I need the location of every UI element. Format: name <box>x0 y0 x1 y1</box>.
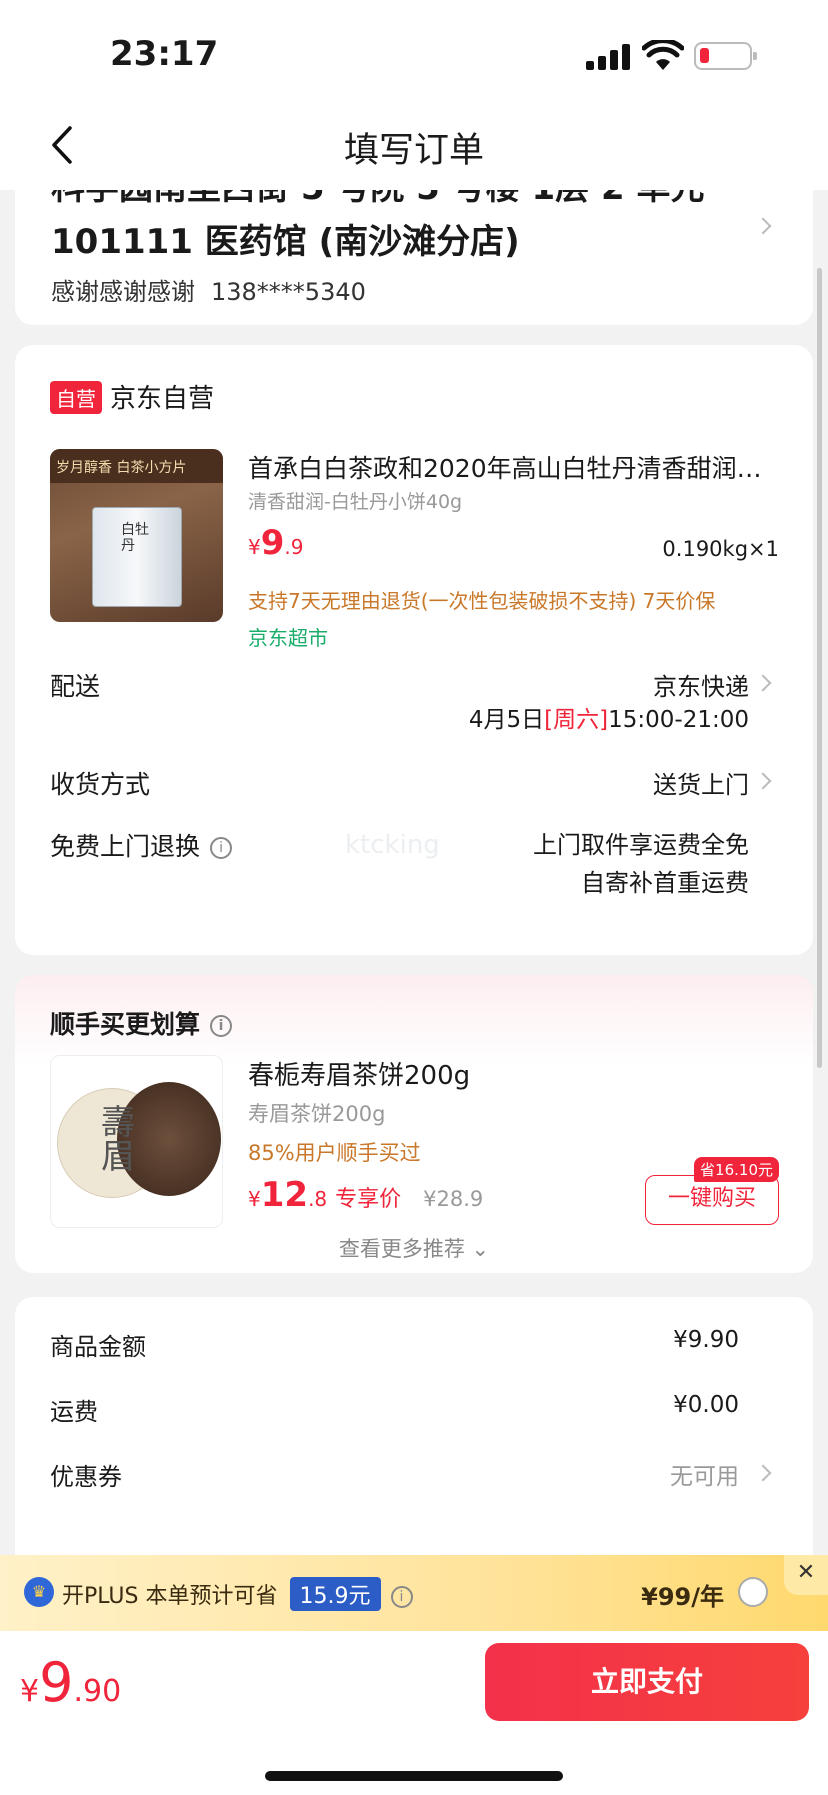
total-price: ¥9.90 <box>20 1651 121 1714</box>
delivery-carrier[interactable]: 京东快递 <box>653 667 749 702</box>
address-line-2: 101111 医药馆 (南沙滩分店) <box>51 222 520 262</box>
receive-method-label: 收货方式 <box>50 770 151 799</box>
price-currency: ¥ <box>248 1187 261 1211</box>
status-bar: 23:17 <box>0 0 828 100</box>
chevron-right-icon <box>757 771 773 795</box>
price-summary-card: 商品金额 ¥9.90 运费 ¥0.00 优惠券 无可用 <box>15 1297 813 1555</box>
watermark: ktcking <box>345 830 440 860</box>
shop-name: 京东自营 <box>110 384 215 414</box>
price-decimal: .8 <box>308 1187 328 1211</box>
total-decimal: .90 <box>73 1674 122 1709</box>
chevron-right-icon <box>757 1463 773 1487</box>
coupon-value[interactable]: 无可用 <box>670 1457 739 1491</box>
price-tag: 专享价 <box>335 1187 402 1212</box>
tea-tin-graphic: 白牡丹 <box>92 507 182 607</box>
receiver-phone: 138****5340 <box>211 278 366 306</box>
free-return-label: 免费上门退换 <box>50 832 201 861</box>
product-title[interactable]: 首承白白茶政和2020年高山白牡丹清香甜润白茶小方片 <box>248 449 778 485</box>
product-spec: 清香甜润-白牡丹小饼40g <box>248 491 463 513</box>
info-icon[interactable]: i <box>210 1015 233 1037</box>
address-card[interactable]: 科学园南里西街 5 号院 5 号楼 1层 2 单元 101111 医药馆 (南沙… <box>15 190 813 325</box>
goods-amount-label: 商品金额 <box>50 1333 146 1361</box>
product-market: 京东超市 <box>248 626 328 650</box>
coupon-label: 优惠券 <box>50 1463 122 1491</box>
recommend-card: 顺手买更划算 i 壽眉 春栀寿眉茶饼200g 寿眉茶饼200g 85%用户顺手买过… <box>15 975 813 1273</box>
info-icon[interactable]: i <box>390 1586 413 1608</box>
signal-icon <box>586 44 632 70</box>
plus-select-radio[interactable] <box>738 1577 768 1607</box>
recommend-image[interactable]: 壽眉 <box>50 1055 223 1228</box>
original-price: ¥28.9 <box>423 1187 484 1211</box>
shipping-value: ¥0.00 <box>673 1392 739 1418</box>
delivery-date: 4月5日 <box>468 707 545 733</box>
delivery-label: 配送 <box>50 672 101 701</box>
status-time: 23:17 <box>110 34 219 74</box>
free-return-row: 免费上门退换 i <box>50 827 233 863</box>
receiver-name: 感谢感谢感谢 <box>51 278 195 306</box>
save-amount-badge: 省16.10元 <box>694 1157 779 1182</box>
order-content: 科学园南里西街 5 号院 5 号楼 1层 2 单元 101111 医药馆 (南沙… <box>0 190 828 1555</box>
plus-promo-label: 开PLUS 本单预计可省 <box>62 1584 278 1609</box>
page-title: 填写订单 <box>343 131 484 171</box>
delivery-time[interactable]: 4月5日[周六]15:00-21:00 <box>469 700 749 734</box>
address-line-1: 科学园南里西街 5 号院 5 号楼 1层 2 单元 <box>51 190 705 209</box>
one-click-buy-button[interactable]: 一键购买 <box>645 1175 779 1225</box>
plus-promo-text: 开PLUS 本单预计可省 15.9元 i <box>62 1577 413 1611</box>
recommend-title: 顺手买更划算 i <box>50 1005 233 1041</box>
crown-icon: ♛ <box>24 1577 54 1607</box>
info-icon[interactable]: i <box>210 837 233 859</box>
nav-bar: 填写订单 <box>0 100 828 190</box>
plus-price: ¥99/年 <box>641 1583 724 1611</box>
wifi-icon <box>642 40 684 70</box>
close-icon[interactable]: ✕ <box>784 1555 828 1595</box>
total-integer: 9 <box>39 1651 74 1714</box>
product-price: ¥9.9 <box>248 523 304 563</box>
recommend-item-name[interactable]: 春栀寿眉茶饼200g <box>248 1055 470 1092</box>
chevron-right-icon <box>757 216 773 240</box>
receive-method-value[interactable]: 送货上门 <box>653 765 749 800</box>
order-card: 自营 京东自营 岁月醇香 白茶小方片 白牡丹 首承白白茶政和2020年高山白牡丹… <box>15 345 813 955</box>
product-image-label: 白牡丹 <box>121 522 149 554</box>
product-service: 支持7天无理由退货(一次性包装破损不支持) 7天价保 <box>248 589 716 613</box>
price-integer: 12 <box>260 1175 309 1215</box>
price-integer: 9 <box>260 523 285 563</box>
delivery-weekday: [周六] <box>544 707 609 733</box>
product-image-band: 岁月醇香 白茶小方片 <box>50 449 223 483</box>
product-image[interactable]: 岁月醇香 白茶小方片 白牡丹 <box>50 449 223 622</box>
more-recommendations-link[interactable]: 查看更多推荐 ⌄ <box>15 1233 813 1263</box>
checkout-footer: ¥9.90 立即支付 <box>0 1631 828 1795</box>
shipping-label: 运费 <box>50 1398 98 1426</box>
price-decimal: .9 <box>284 535 304 559</box>
plus-save-amount: 15.9元 <box>289 1577 381 1611</box>
recommend-title-text: 顺手买更划算 <box>50 1010 201 1039</box>
goods-amount-value: ¥9.90 <box>673 1327 739 1353</box>
recommend-item-popularity: 85%用户顺手买过 <box>248 1141 421 1165</box>
free-return-value-2: 自寄补首重运费 <box>581 869 749 897</box>
product-weight-qty: 0.190kg×1 <box>662 537 779 561</box>
recommend-price: ¥12.8 专享价 ¥28.9 <box>248 1175 483 1215</box>
recommend-item-spec: 寿眉茶饼200g <box>248 1102 386 1126</box>
plus-promo-bar[interactable]: ♛ 开PLUS 本单预计可省 15.9元 i ¥99/年 ✕ <box>0 1555 828 1631</box>
battery-icon <box>694 42 757 70</box>
delivery-time-range: 15:00-21:00 <box>608 707 749 733</box>
pay-now-button[interactable]: 立即支付 <box>485 1643 809 1721</box>
price-currency: ¥ <box>248 535 261 559</box>
self-operated-badge: 自营 <box>50 381 102 414</box>
total-currency: ¥ <box>20 1674 40 1709</box>
address-contact: 感谢感谢感谢 138****5340 <box>51 272 366 307</box>
recommend-image-text: 壽眉 <box>101 1103 135 1177</box>
free-return-value-1: 上门取件享运费全免 <box>533 831 749 859</box>
chevron-right-icon <box>757 673 773 697</box>
scrollbar[interactable] <box>817 268 822 1068</box>
home-indicator[interactable] <box>265 1771 563 1781</box>
